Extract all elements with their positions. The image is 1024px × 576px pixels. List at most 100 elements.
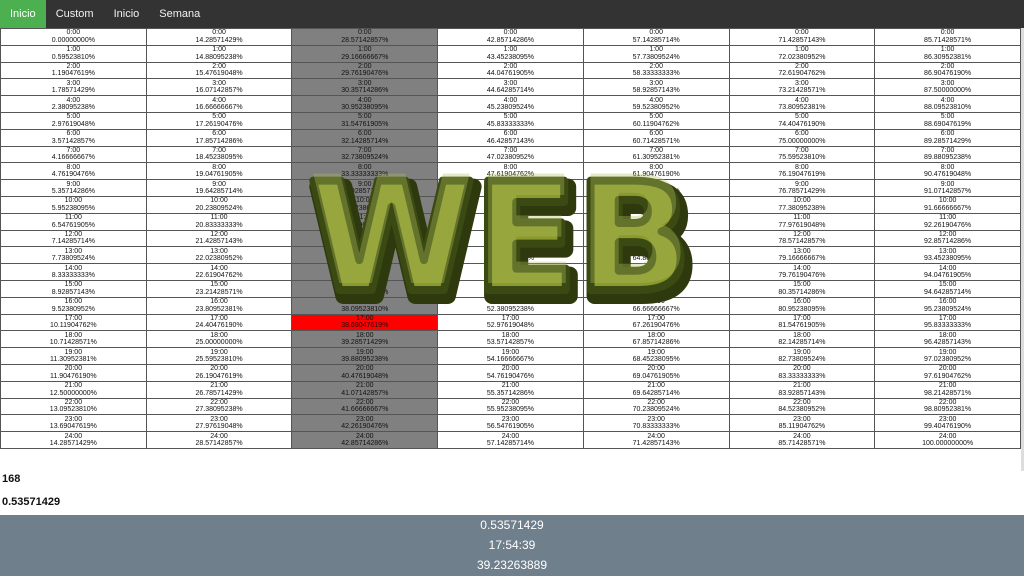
cell-hour: 21:00	[355, 382, 374, 390]
cell-hour: 18:00	[64, 331, 83, 339]
nav-item-semana[interactable]: Semana	[149, 0, 210, 28]
cell-percent: 1.19047619%	[51, 70, 95, 78]
cell-hour: 6:00	[503, 130, 518, 138]
cell-hour: 15:00	[793, 281, 811, 289]
table-cell: 17:00 95.83333333%	[874, 313, 1021, 332]
cell-percent: 82.14285714%	[778, 339, 826, 347]
cell-percent: 32.73809524%	[341, 154, 389, 162]
cell-hour: 14:00	[938, 264, 957, 272]
table-cell: 19:00 54.16666667%	[437, 347, 584, 365]
cell-percent: 97.02380952%	[924, 356, 972, 364]
cell-percent: 28.57142857%	[341, 36, 389, 44]
cell-percent: 88.09523810%	[924, 104, 972, 112]
cell-hour: 19:00	[355, 348, 374, 356]
cell-hour: 19:00	[938, 348, 957, 356]
table-cell: 3:00 44.64285714%	[437, 78, 584, 97]
table-row: 12:00 7.14285714% 12:00 21.42857143% 12:00 35…	[0, 229, 1021, 248]
cell-percent: 31.54761905%	[341, 120, 389, 128]
cell-hour: 7:00	[940, 146, 955, 154]
table-cell: 6:00 60.71428571%	[582, 128, 730, 147]
table-cell: 14:00 8.33333333%	[0, 263, 147, 281]
cell-percent: 96.42857143%	[924, 339, 972, 347]
cell-percent: 72.02380952%	[778, 53, 826, 61]
table-cell: 1:00 29.16666667%	[291, 44, 439, 63]
cell-hour: 23:00	[647, 415, 665, 423]
cell-hour: 19:00	[793, 348, 811, 356]
cell-percent: 91.66666667%	[924, 204, 972, 212]
table-cell: 14:00 94.04761905%	[874, 263, 1021, 281]
nav-item-inicio[interactable]: Inicio	[0, 0, 46, 28]
cell-hour: 11:00	[647, 214, 665, 222]
cell-hour: 13:00	[64, 247, 83, 255]
cell-percent: 69.64285714%	[632, 389, 680, 397]
table-cell: 11:00 63.69047619%	[582, 212, 730, 231]
table-cell: 14:00 79.76190476%	[728, 263, 876, 281]
cell-percent: 63.69047619%	[632, 221, 680, 229]
table-cell: 21:00 98.21428571%	[874, 380, 1021, 399]
table-cell: 2:00 72.61904762%	[728, 61, 876, 80]
cell-hour: 14:00	[355, 264, 374, 272]
cell-percent: 88.69047619%	[924, 120, 972, 128]
table-cell: 11:00 35.11904762%	[291, 212, 439, 231]
nav-item-custom[interactable]: Custom	[46, 0, 104, 28]
cell-percent: 8.33333333%	[51, 272, 95, 280]
cell-percent: 54.16666667%	[486, 356, 535, 364]
cell-percent: 74.40476190%	[778, 120, 826, 128]
cell-percent: 57.73809524%	[632, 53, 680, 61]
cell-percent: 12.50000000%	[49, 389, 97, 397]
cell-percent: 17.85714286%	[195, 137, 243, 145]
cell-hour: 9:00	[940, 180, 955, 188]
table-cell: 2:00 86.90476190%	[874, 61, 1021, 80]
output-value: 0.53571429	[2, 496, 61, 508]
table-cell: 8:00 33.33333333%	[291, 162, 439, 181]
cell-percent: 27.97619048%	[195, 423, 243, 431]
table-cell: 6:00 3.57142857%	[0, 128, 147, 147]
cell-hour: 2:00	[503, 62, 518, 70]
cell-hour: 6:00	[795, 130, 809, 138]
cell-hour: 15:00	[355, 281, 374, 289]
cell-percent: 57.14285714%	[632, 36, 680, 44]
nav-item-inicio-2[interactable]: Inicio	[104, 0, 150, 28]
table-cell: 23:00 13.69047619%	[0, 414, 147, 433]
table-cell: 14:00 36.90476190%	[291, 263, 439, 281]
cell-percent: 100.00000000%	[922, 440, 974, 448]
cell-percent: 37.50000000%	[341, 288, 389, 296]
table-cell: 18:00 96.42857143%	[874, 330, 1021, 349]
cell-hour: 17:00	[647, 314, 665, 322]
cell-hour: 12:00	[64, 230, 83, 238]
cell-percent: 50.59523810%	[486, 255, 535, 263]
table-cell: 18:00 39.28571429%	[291, 330, 439, 349]
table-cell: 15:00 94.64285714%	[874, 279, 1021, 298]
table-cell: 12:00 50.00000000%	[437, 229, 584, 248]
cell-hour: 13:00	[938, 247, 957, 255]
cell-hour: 3:00	[66, 79, 81, 87]
cell-hour: 4:00	[940, 96, 955, 104]
cell-hour: 20:00	[793, 365, 811, 373]
cell-hour: 2:00	[649, 62, 663, 70]
cell-percent: 36.90476190%	[341, 272, 389, 280]
cell-hour: 18:00	[793, 331, 811, 339]
cell-hour: 0:00	[795, 29, 809, 37]
cell-percent: 63.09523810%	[632, 204, 680, 212]
table-cell: 19:00 97.02380952%	[874, 347, 1021, 365]
cell-hour: 7:00	[66, 146, 81, 154]
cell-percent: 45.23809524%	[486, 104, 535, 112]
table-cell: 4:00 16.66666667%	[145, 95, 293, 113]
table-cell: 20:00 11.90476190%	[0, 363, 147, 382]
cell-percent: 41.66666667%	[341, 406, 389, 414]
cell-percent: 47.02380952%	[486, 154, 535, 162]
table-row: 24:00 14.28571429% 24:00 28.57142857% 24:00 4…	[0, 431, 1021, 449]
cell-percent: 23.80952381%	[195, 305, 243, 313]
cell-hour: 1:00	[212, 46, 226, 54]
table-cell: 11:00 6.54761905%	[0, 212, 147, 231]
cell-hour: 4:00	[503, 96, 518, 104]
cell-hour: 4:00	[795, 96, 809, 104]
status-footer: 0.53571429 17:54:39 39.23263889	[0, 515, 1024, 576]
cell-percent: 29.16666667%	[341, 53, 389, 61]
cell-hour: 24:00	[938, 432, 957, 440]
cell-hour: 0:00	[212, 29, 226, 37]
cell-percent: 13.69047619%	[49, 423, 97, 431]
cell-percent: 14.28571429%	[195, 36, 243, 44]
table-cell: 9:00 19.64285714%	[145, 179, 293, 197]
cell-percent: 45.83333333%	[486, 120, 535, 128]
